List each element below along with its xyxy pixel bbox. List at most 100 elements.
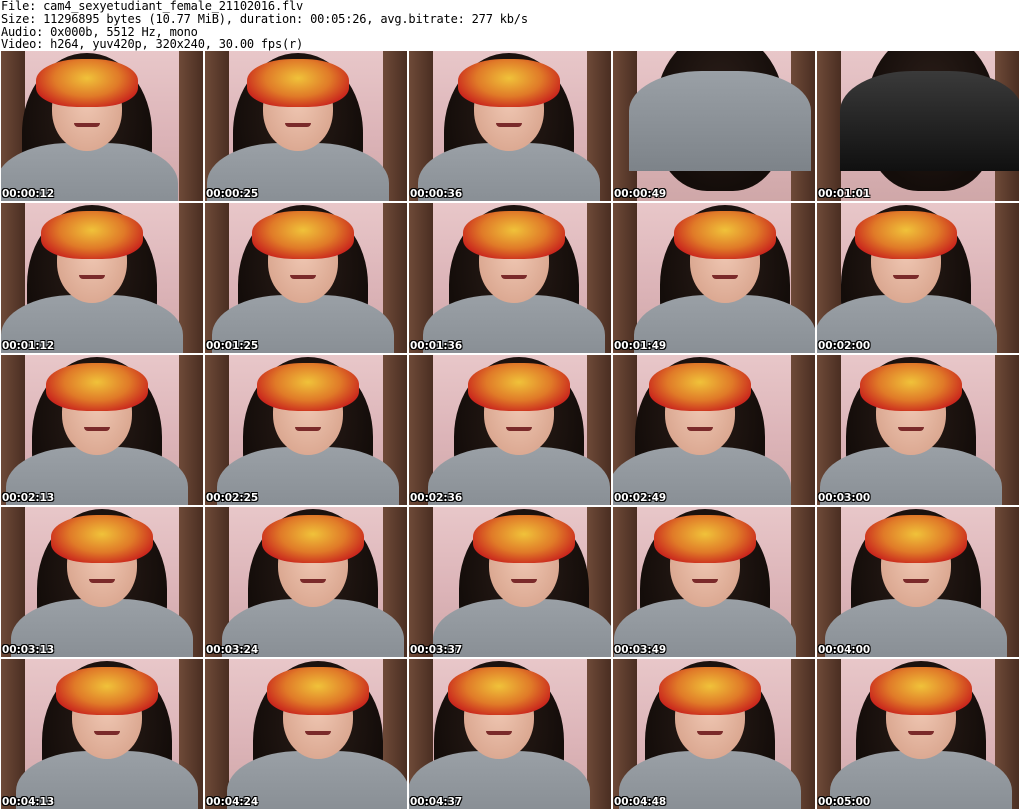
thumbnail-timestamp: 00:03:00 xyxy=(818,492,871,504)
video-thumbnail: 00:01:12 xyxy=(1,203,203,353)
thumbnail-timestamp: 00:03:49 xyxy=(614,644,667,656)
thumbnail-frame xyxy=(1,507,203,657)
person-mouth xyxy=(893,275,919,279)
thumbnail-frame xyxy=(205,507,407,657)
masquerade-mask xyxy=(468,363,570,411)
thumbnail-frame xyxy=(1,203,203,353)
thumbnail-timestamp: 00:04:00 xyxy=(818,644,871,656)
masquerade-mask xyxy=(649,363,751,411)
thumbnail-frame xyxy=(1,659,203,809)
file-info-header: File: cam4_sexyetudiant_female_21102016.… xyxy=(1,0,1021,51)
person-mouth xyxy=(501,275,527,279)
thumbnail-frame xyxy=(817,507,1019,657)
thumbnail-frame xyxy=(409,507,611,657)
person-mouth xyxy=(908,731,934,735)
thumbnail-frame xyxy=(817,659,1019,809)
masquerade-mask xyxy=(41,211,143,259)
person-mouth xyxy=(74,123,100,127)
masquerade-mask xyxy=(267,667,369,715)
thumbnail-frame xyxy=(409,355,611,505)
video-thumbnail: 00:02:13 xyxy=(1,355,203,505)
thumbnail-frame xyxy=(817,203,1019,353)
thumbnail-timestamp: 00:01:36 xyxy=(410,340,463,352)
person-mouth xyxy=(692,579,718,583)
video-thumbnail: 00:04:24 xyxy=(205,659,407,809)
person-mouth xyxy=(300,579,326,583)
video-thumbnail: 00:02:36 xyxy=(409,355,611,505)
thumbnail-frame xyxy=(613,203,815,353)
thumbnail-timestamp: 00:00:49 xyxy=(614,188,667,200)
person-mouth xyxy=(506,427,532,431)
person-mouth xyxy=(903,579,929,583)
thumbnail-frame xyxy=(205,203,407,353)
person-mouth xyxy=(712,275,738,279)
video-thumbnail: 00:04:13 xyxy=(1,659,203,809)
person-mouth xyxy=(305,731,331,735)
wooden-door xyxy=(791,355,815,505)
wooden-door xyxy=(179,51,203,201)
person-mouth xyxy=(79,275,105,279)
video-thumbnail: 00:02:25 xyxy=(205,355,407,505)
person-mouth xyxy=(697,731,723,735)
masquerade-mask xyxy=(865,515,967,563)
thumbnail-timestamp: 00:00:36 xyxy=(410,188,463,200)
thumbnail-frame xyxy=(613,507,815,657)
video-thumbnail: 00:03:13 xyxy=(1,507,203,657)
thumbnail-timestamp: 00:03:37 xyxy=(410,644,463,656)
person-mouth xyxy=(94,731,120,735)
thumbnail-timestamp: 00:02:49 xyxy=(614,492,667,504)
video-thumbnail: 00:05:00 xyxy=(817,659,1019,809)
masquerade-mask xyxy=(252,211,354,259)
thumbnail-frame xyxy=(613,51,815,201)
thumbnail-frame xyxy=(613,355,815,505)
thumbnail-timestamp: 00:00:12 xyxy=(2,188,55,200)
masquerade-mask xyxy=(247,59,349,107)
video-thumbnail: 00:03:49 xyxy=(613,507,815,657)
masquerade-mask xyxy=(51,515,153,563)
wooden-door xyxy=(587,659,611,809)
masquerade-mask xyxy=(458,59,560,107)
thumbnail-timestamp: 00:04:24 xyxy=(206,796,259,808)
video-thumbnail: 00:00:25 xyxy=(205,51,407,201)
person-sweater xyxy=(629,71,811,171)
thumbnail-frame xyxy=(613,659,815,809)
thumbnail-timestamp: 00:05:00 xyxy=(818,796,871,808)
video-thumbnail: 00:02:49 xyxy=(613,355,815,505)
thumbnail-frame xyxy=(1,51,203,201)
person-mouth xyxy=(486,731,512,735)
video-thumbnail: 00:03:24 xyxy=(205,507,407,657)
wooden-door xyxy=(995,203,1019,353)
video-thumbnail: 00:04:48 xyxy=(613,659,815,809)
video-thumbnail: 00:03:00 xyxy=(817,355,1019,505)
masquerade-mask xyxy=(860,363,962,411)
thumbnail-frame xyxy=(817,355,1019,505)
person-mouth xyxy=(511,579,537,583)
masquerade-mask xyxy=(659,667,761,715)
person-mouth xyxy=(84,427,110,431)
thumbnail-frame xyxy=(205,355,407,505)
thumbnail-frame xyxy=(205,659,407,809)
thumbnail-frame xyxy=(409,659,611,809)
masquerade-mask xyxy=(473,515,575,563)
wooden-door xyxy=(409,507,433,657)
person-mouth xyxy=(898,427,924,431)
masquerade-mask xyxy=(46,363,148,411)
video-thumbnail: 00:03:37 xyxy=(409,507,611,657)
thumbnail-timestamp: 00:01:25 xyxy=(206,340,259,352)
person-mouth xyxy=(496,123,522,127)
thumbnail-timestamp: 00:04:48 xyxy=(614,796,667,808)
thumbnail-timestamp: 00:02:00 xyxy=(818,340,871,352)
video-thumbnail: 00:01:49 xyxy=(613,203,815,353)
thumbnail-timestamp: 00:01:49 xyxy=(614,340,667,352)
masquerade-mask xyxy=(674,211,776,259)
thumbnail-timestamp: 00:00:25 xyxy=(206,188,259,200)
masquerade-mask xyxy=(463,211,565,259)
masquerade-mask xyxy=(36,59,138,107)
person-mouth xyxy=(285,123,311,127)
video-info-line: Video: h264, yuv420p, 320x240, 30.00 fps… xyxy=(1,37,304,52)
video-thumbnail: 00:00:36 xyxy=(409,51,611,201)
video-thumbnail: 00:02:00 xyxy=(817,203,1019,353)
thumbnail-frame xyxy=(1,355,203,505)
thumbnail-timestamp: 00:04:37 xyxy=(410,796,463,808)
video-thumbnail: 00:01:01 xyxy=(817,51,1019,201)
